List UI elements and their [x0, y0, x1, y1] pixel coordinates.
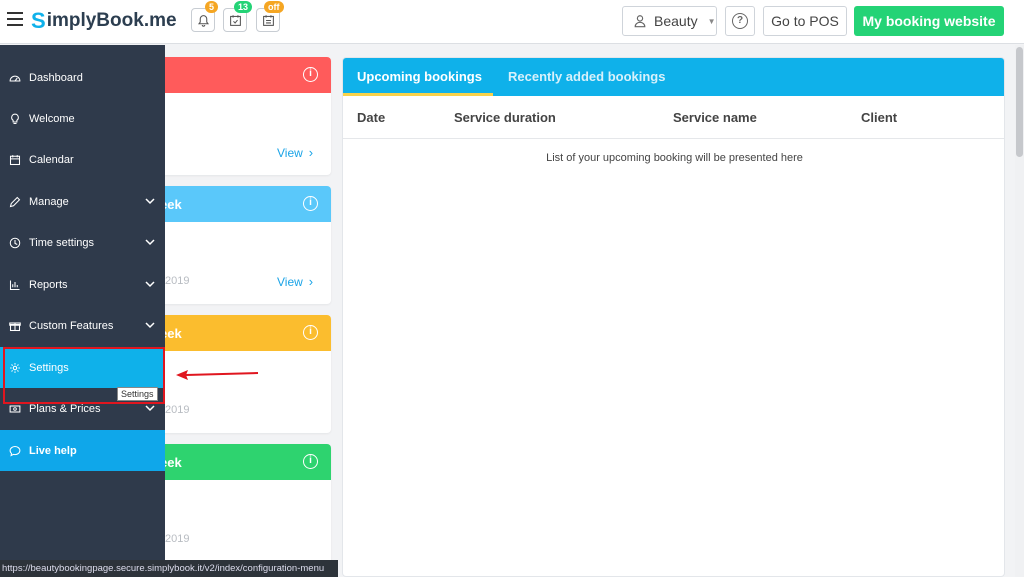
bookings-panel: Upcoming bookings Recently added booking…: [342, 57, 1005, 577]
chevron-down-icon: ▼: [707, 16, 716, 26]
user-label: Beauty: [654, 13, 698, 29]
chevron-down-icon: [145, 198, 155, 205]
sidebar-item-welcome[interactable]: Welcome: [0, 98, 165, 139]
sidebar-item-reports[interactable]: Reports: [0, 264, 165, 305]
help-button[interactable]: ?: [725, 6, 755, 36]
sidebar-item-custom-features[interactable]: Custom Features: [0, 305, 165, 346]
chat-icon: [8, 444, 22, 458]
notifications-badge: 5: [205, 1, 219, 13]
sidebar-item-label: Reports: [29, 278, 68, 291]
bookings-button[interactable]: 13: [223, 1, 253, 32]
clock-icon: [8, 236, 22, 250]
info-icon[interactable]: i: [303, 196, 318, 211]
logo-mark: S: [31, 8, 46, 33]
sidebar-item-time-settings[interactable]: Time settings: [0, 222, 165, 263]
chevron-down-icon: [145, 322, 155, 329]
notifications-button[interactable]: 5: [191, 1, 219, 32]
annotation-arrow-icon: [176, 370, 259, 380]
empty-bookings-message: List of your upcoming booking will be pr…: [546, 152, 803, 164]
calendar-sync-button[interactable]: off: [256, 1, 284, 32]
calendar-list-icon: [262, 14, 274, 26]
sidebar-item-live-help[interactable]: Live help: [0, 430, 165, 471]
sidebar-item-label: Welcome: [29, 112, 75, 125]
info-icon[interactable]: i: [303, 67, 318, 82]
top-bar: S implyBook.me 5 13 off Beauty ▼ ? Go to…: [0, 0, 1024, 44]
info-icon[interactable]: i: [303, 325, 318, 340]
lightbulb-icon: [8, 112, 22, 126]
view-link[interactable]: View ›: [277, 145, 313, 160]
sidebar-item-label: Dashboard: [29, 71, 83, 84]
column-header-service-duration: Service duration: [454, 110, 556, 125]
calendar-check-icon: [229, 14, 241, 26]
calendar-icon: [8, 153, 22, 167]
bell-icon: [197, 14, 209, 27]
go-to-pos-button[interactable]: Go to POS: [763, 6, 847, 36]
chevron-right-icon: ›: [308, 274, 314, 289]
my-booking-website-button[interactable]: My booking website: [854, 6, 1004, 36]
hamburger-menu-icon[interactable]: [7, 12, 23, 26]
help-icon: ?: [732, 13, 748, 29]
user-icon: [634, 15, 646, 28]
column-header-service-name: Service name: [673, 110, 757, 125]
sidebar: Dashboard Welcome Calendar Manage Time s…: [0, 45, 165, 577]
sidebar-item-manage[interactable]: Manage: [0, 181, 165, 222]
column-header-client: Client: [861, 110, 898, 125]
sidebar-item-dashboard[interactable]: Dashboard: [0, 57, 165, 98]
logo-text: implyBook.me: [46, 10, 177, 31]
sidebar-item-label: Time settings: [29, 236, 95, 249]
dashboard-icon: [8, 71, 22, 85]
bookings-badge: 13: [234, 1, 253, 13]
column-header-date: Date: [357, 110, 386, 125]
sidebar-item-label: Plans & Prices: [29, 402, 101, 415]
sidebar-item-label: Manage: [29, 195, 69, 208]
card-year: 2019: [165, 275, 190, 287]
chevron-right-icon: ›: [308, 145, 314, 160]
logo[interactable]: S implyBook.me: [31, 8, 177, 33]
page-scrollbar[interactable]: [1015, 45, 1024, 577]
tab-upcoming-bookings[interactable]: Upcoming bookings: [357, 69, 482, 84]
tab-recently-added-bookings[interactable]: Recently added bookings: [508, 69, 665, 84]
settings-tooltip: Settings: [117, 387, 158, 401]
bar-chart-icon: [8, 278, 22, 292]
sidebar-item-calendar[interactable]: Calendar: [0, 139, 165, 180]
status-url-bar: https://beautybookingpage.secure.simplyb…: [0, 560, 338, 577]
sidebar-item-label: Live help: [29, 444, 77, 457]
sidebar-item-label: Custom Features: [29, 319, 114, 332]
user-dropdown[interactable]: Beauty ▼: [622, 6, 717, 36]
chevron-down-icon: [145, 405, 155, 412]
bookings-tabs: Upcoming bookings Recently added booking…: [343, 58, 1004, 96]
sync-badge: off: [264, 1, 284, 13]
bookings-table-header: Date Service duration Service name Clien…: [343, 96, 1004, 139]
gift-icon: [8, 319, 22, 333]
sidebar-item-label: Calendar: [29, 153, 74, 166]
card-year: 2019: [165, 404, 190, 416]
info-icon[interactable]: i: [303, 454, 318, 469]
card-year: 2019: [165, 533, 190, 545]
view-link[interactable]: View ›: [277, 274, 313, 289]
pencil-icon: [8, 195, 22, 209]
scrollbar-thumb[interactable]: [1016, 47, 1023, 157]
chevron-down-icon: [145, 239, 155, 246]
chevron-down-icon: [145, 281, 155, 288]
